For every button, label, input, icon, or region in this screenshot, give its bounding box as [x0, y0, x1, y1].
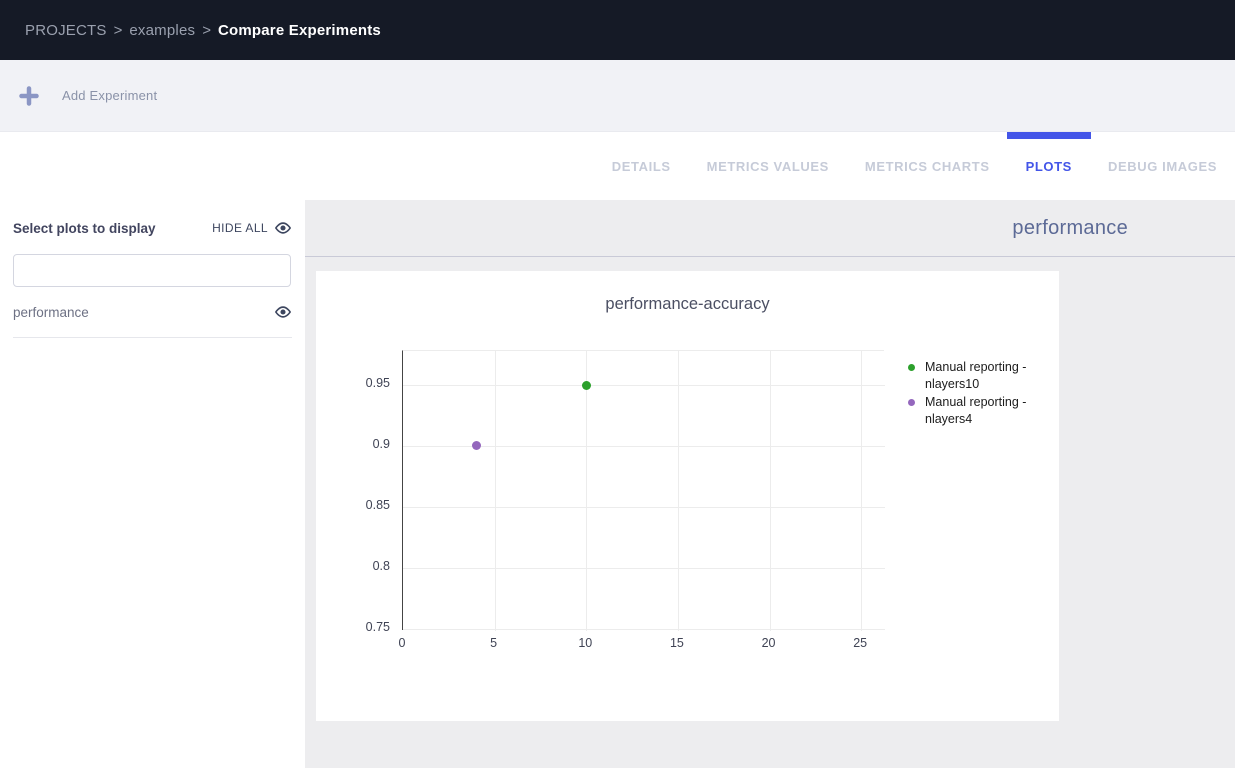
add-experiment-button[interactable]: Add Experiment	[18, 85, 157, 107]
x-tick-label: 10	[560, 636, 610, 650]
hide-all-button[interactable]: HIDE ALL	[212, 219, 292, 237]
breadcrumb-projects[interactable]: PROJECTS	[25, 22, 107, 39]
eye-icon	[274, 219, 292, 237]
y-tick-label: 0.8	[316, 559, 390, 573]
tab-debug-images[interactable]: DEBUG IMAGES	[1106, 132, 1219, 200]
chart-title: performance-accuracy	[316, 295, 1059, 314]
gridline-vertical	[586, 351, 587, 631]
add-experiment-label: Add Experiment	[62, 88, 157, 103]
legend-entry[interactable]: Manual reporting - nlayers4	[908, 394, 1045, 427]
gridline-horizontal	[403, 568, 885, 569]
plot-item-label: performance	[13, 305, 89, 320]
gridline-vertical	[861, 351, 862, 631]
sidebar-item-performance[interactable]: performance	[13, 303, 292, 338]
gridline-horizontal	[403, 507, 885, 508]
gridline-vertical	[770, 351, 771, 631]
plot-group-title: performance	[1012, 217, 1128, 240]
gridline-horizontal	[403, 629, 885, 630]
plots-panel: performance performance-accuracy 0.75 0.8…	[305, 200, 1235, 768]
sidebar-title: Select plots to display	[13, 221, 156, 236]
tab-metrics-values[interactable]: METRICS VALUES	[705, 132, 831, 200]
legend-label: Manual reporting - nlayers4	[925, 394, 1045, 427]
plot-card: performance-accuracy 0.750.80.850.90.95 …	[316, 271, 1059, 721]
legend-marker-icon	[908, 364, 915, 371]
eye-icon[interactable]	[274, 303, 292, 321]
x-tick-label: 0	[377, 636, 427, 650]
breadcrumb-separator: >	[202, 22, 211, 39]
data-point	[472, 441, 481, 450]
chart-legend: Manual reporting - nlayers10Manual repor…	[908, 359, 1045, 429]
scatter-plot-area[interactable]	[402, 350, 884, 630]
breadcrumb-separator: >	[114, 22, 123, 39]
x-tick-label: 15	[652, 636, 702, 650]
x-tick-label: 5	[469, 636, 519, 650]
legend-marker-icon	[908, 399, 915, 406]
tab-metrics-charts[interactable]: METRICS CHARTS	[863, 132, 992, 200]
gridline-horizontal	[403, 385, 885, 386]
breadcrumb-current-page: Compare Experiments	[218, 22, 381, 39]
tab-plots[interactable]: PLOTS	[1024, 132, 1074, 200]
tab-details[interactable]: DETAILS	[610, 132, 673, 200]
x-tick-label: 25	[835, 636, 885, 650]
y-tick-label: 0.9	[316, 437, 390, 451]
legend-entry[interactable]: Manual reporting - nlayers10	[908, 359, 1045, 392]
gridline-vertical	[678, 351, 679, 631]
plot-search-input[interactable]	[13, 254, 291, 287]
plot-group-header: performance	[305, 200, 1235, 257]
breadcrumb-examples[interactable]: examples	[129, 22, 195, 39]
legend-label: Manual reporting - nlayers10	[925, 359, 1045, 392]
hide-all-label: HIDE ALL	[212, 221, 268, 235]
y-tick-label: 0.75	[316, 620, 390, 634]
y-tick-label: 0.85	[316, 498, 390, 512]
plot-selector-sidebar: Select plots to display HIDE ALL perform…	[0, 200, 305, 768]
plus-icon	[18, 85, 40, 107]
top-navigation-bar: PROJECTS > examples > Compare Experiment…	[0, 0, 1235, 60]
data-point	[582, 381, 591, 390]
x-tick-label: 20	[744, 636, 794, 650]
y-tick-label: 0.95	[316, 376, 390, 390]
experiments-toolbar: Add Experiment	[0, 60, 1235, 132]
gridline-vertical	[495, 351, 496, 631]
compare-tabs-bar: DETAILS METRICS VALUES METRICS CHARTS PL…	[0, 132, 1235, 200]
